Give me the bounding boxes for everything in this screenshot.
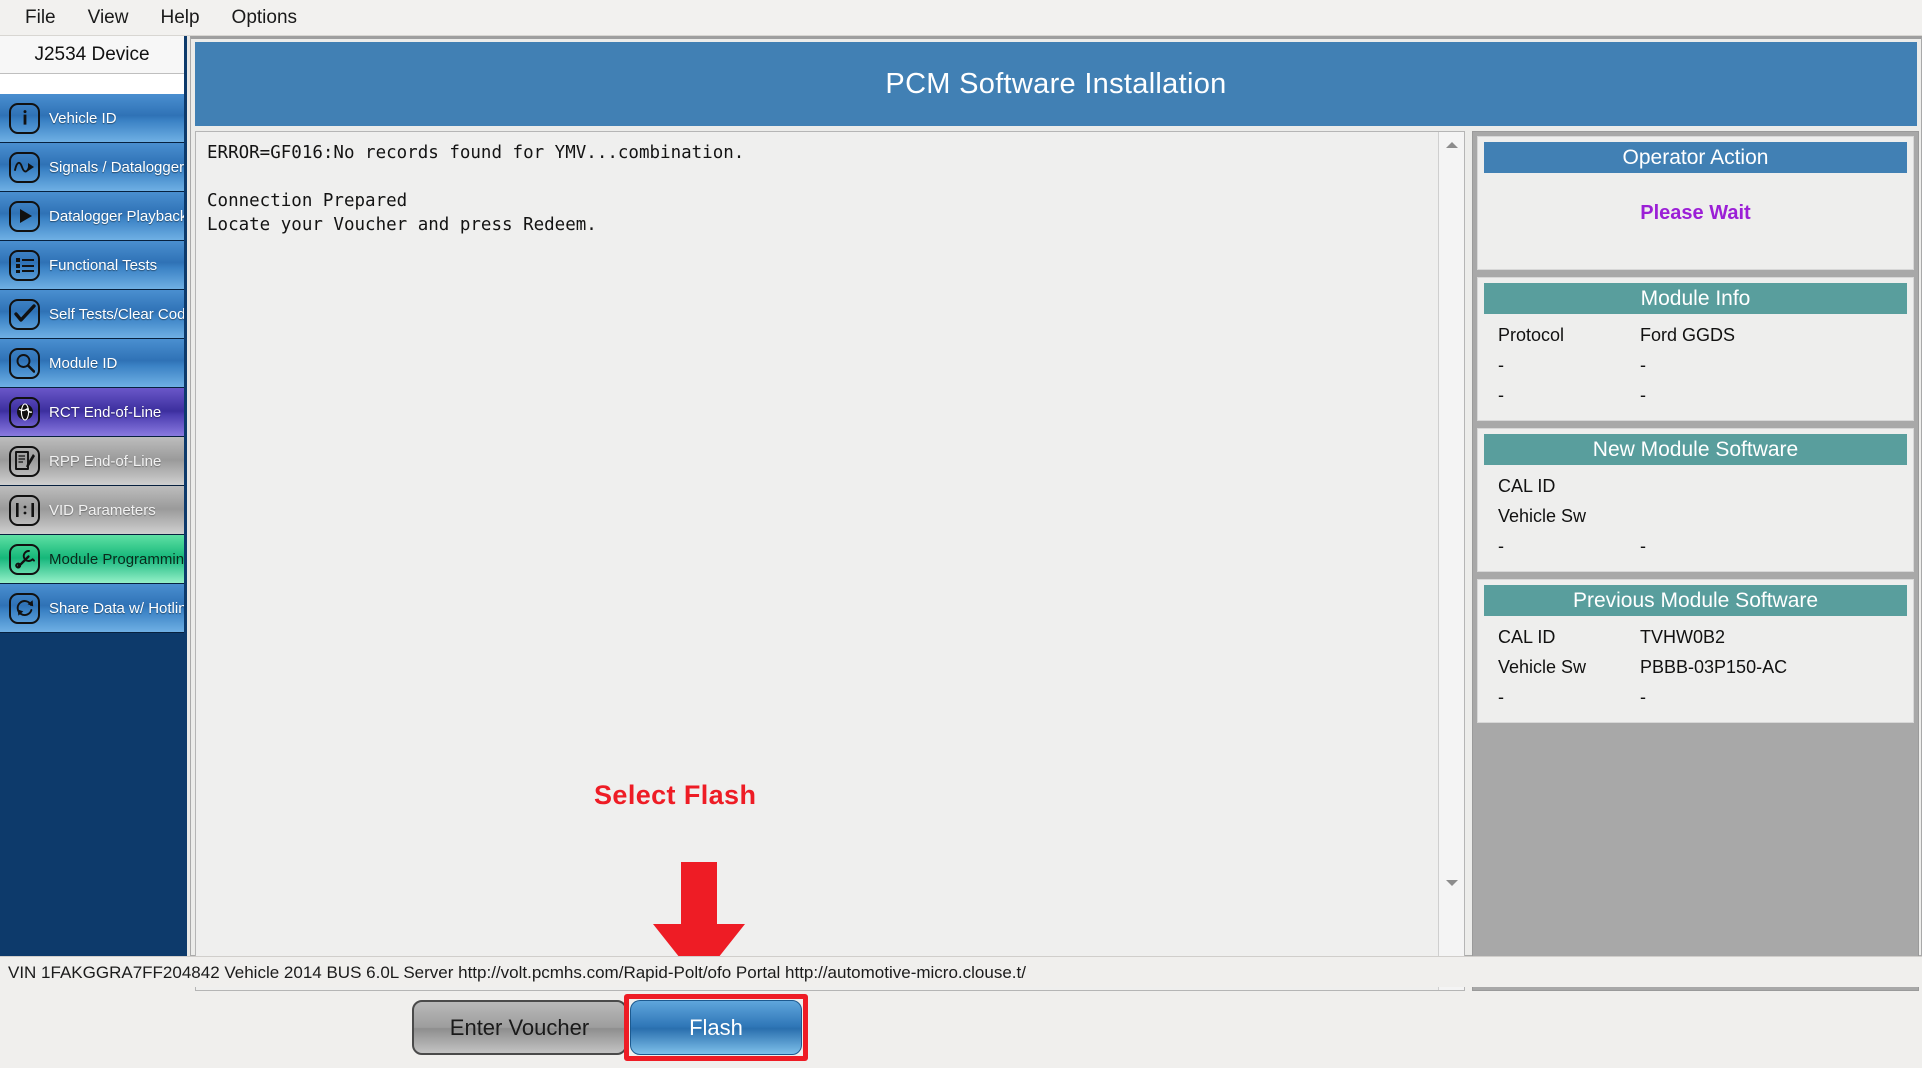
info-row-key: - (1498, 385, 1504, 405)
page-title: PCM Software Installation (885, 67, 1227, 100)
menu-item-view[interactable]: View (75, 5, 142, 30)
info-row-value: Ford GGDS (1640, 325, 1736, 345)
sidebar-item-label: Signals / Datalogger (49, 158, 185, 176)
info-row: Vehicle Sw (1498, 501, 1893, 531)
status-badge: Please Wait (1640, 202, 1751, 224)
log-scrollbar[interactable] (1438, 132, 1464, 990)
info-row-key: CAL ID (1498, 476, 1556, 496)
module-info-card: Module Info Protocol Ford GGDS - - - - (1477, 277, 1914, 421)
info-row: Vehicle Sw PBBB-03P150-AC (1498, 652, 1893, 682)
info-row-value: - (1640, 385, 1646, 405)
menu-item-options[interactable]: Options (219, 5, 310, 30)
magnifier-icon (9, 347, 40, 379)
sidebar-item-label: Module ID (49, 354, 118, 372)
sidebar-spacer (0, 74, 184, 94)
info-row-value: - (1640, 536, 1646, 556)
info-row-value: - (1640, 687, 1646, 707)
sidebar: J2534 Device Vehicle ID Signals / Datalog… (0, 36, 187, 956)
sidebar-item-datalogger-playback[interactable]: Datalogger Playback (0, 192, 184, 241)
new-module-software-title: New Module Software (1484, 434, 1907, 465)
sidebar-item-module-id[interactable]: Module ID (0, 339, 184, 388)
info-row-value (1640, 501, 1893, 531)
menu-item-help[interactable]: Help (147, 5, 212, 30)
operator-action-body: Please Wait (1478, 173, 1913, 259)
list-icon (9, 249, 40, 281)
info-row: -- (1498, 350, 1893, 380)
application-window: J2534 Device Vehicle ID Signals / Datalog… (0, 36, 1922, 1061)
info-row-value: PBBB-03P150-AC (1640, 657, 1788, 677)
menu-item-file[interactable]: File (12, 5, 69, 30)
sidebar-item-label: Module Programming (49, 550, 187, 568)
sidebar-item-vehicle-id[interactable]: Vehicle ID (0, 94, 184, 143)
sidebar-nav-list: Vehicle ID Signals / Datalogger Datalogger… (0, 94, 184, 633)
sidebar-item-label: VID Parameters (49, 501, 156, 519)
sidebar-item-rpp-end-of-line[interactable]: RPP End-of-Line (0, 437, 184, 486)
wrench-icon (9, 543, 40, 575)
sidebar-item-rct-end-of-line[interactable]: RCT End-of-Line (0, 388, 184, 437)
info-icon (9, 102, 40, 134)
log-text: ERROR=GF016:No records found for YMV...c… (207, 143, 745, 235)
sidebar-item-label: RPP End-of-Line (49, 452, 162, 470)
main-panel: PCM Software Installation ERROR=GF016:No… (190, 36, 1922, 1061)
module-info-title: Module Info (1484, 283, 1907, 314)
scroll-up-icon[interactable] (1439, 134, 1465, 156)
info-row-key: - (1498, 536, 1504, 556)
info-row: -- (1498, 682, 1893, 712)
globe-icon (9, 396, 40, 428)
log-output-area: ERROR=GF016:No records found for YMV...c… (195, 131, 1465, 1061)
enter-voucher-button[interactable]: Enter Voucher (412, 1000, 627, 1055)
sidebar-item-label: Datalogger Playback (49, 207, 187, 225)
info-row-value (1640, 471, 1893, 501)
sync-icon (9, 592, 40, 624)
info-row-key: - (1498, 355, 1504, 375)
previous-module-software-rows: CAL ID TVHW0B2 Vehicle Sw PBBB-03P150-AC - - (1478, 616, 1913, 712)
clipboard-pencil-icon (9, 445, 40, 477)
ratio-icon (9, 494, 40, 526)
previous-module-software-title: Previous Module Software (1484, 585, 1907, 616)
sidebar-header: J2534 Device (0, 36, 184, 74)
new-module-software-card: New Module Software CAL ID Vehicle Sw - - (1477, 428, 1914, 572)
module-info-rows: Protocol Ford GGDS - - - - (1478, 314, 1913, 410)
operator-action-title: Operator Action (1484, 142, 1907, 173)
sidebar-item-label: Functional Tests (49, 256, 158, 274)
sidebar-item-self-tests-clear-codes[interactable]: Self Tests/Clear Codes (0, 290, 184, 339)
info-row-key: - (1498, 687, 1504, 707)
sidebar-item-signals-datalogger[interactable]: Signals / Datalogger (0, 143, 184, 192)
info-row-key: CAL ID (1498, 627, 1556, 647)
sidebar-empty-area (0, 633, 184, 933)
sidebar-item-label: RCT End-of-Line (49, 403, 162, 421)
scroll-down-icon[interactable] (1439, 872, 1465, 894)
sidebar-item-module-programming[interactable]: Module Programming (0, 535, 184, 584)
panel-title-bar: PCM Software Installation (195, 42, 1917, 126)
info-row-key: Protocol (1498, 325, 1565, 345)
play-icon (9, 200, 40, 232)
menu-bar: File View Help Options (0, 0, 1922, 36)
info-row: Protocol Ford GGDS (1498, 320, 1893, 350)
info-row: CAL ID TVHW0B2 (1498, 622, 1893, 652)
waveform-icon (9, 151, 40, 183)
info-row-value: - (1640, 355, 1646, 375)
info-row: -- (1498, 380, 1893, 410)
flash-button[interactable]: Flash (630, 1000, 802, 1055)
annotation-label: Select Flash (594, 780, 757, 810)
new-module-software-rows: CAL ID Vehicle Sw - - (1478, 465, 1913, 561)
info-row-key: Vehicle Sw (1498, 657, 1587, 677)
info-row: -- (1498, 531, 1893, 561)
operator-action-card: Operator Action Please Wait (1477, 136, 1914, 270)
checkmark-icon (9, 298, 40, 330)
info-row-value: TVHW0B2 (1640, 627, 1726, 647)
previous-module-software-card: Previous Module Software CAL ID TVHW0B2 Ve… (1477, 579, 1914, 723)
info-column: Operator Action Please Wait Module Info … (1472, 131, 1919, 991)
sidebar-item-label: Vehicle ID (49, 109, 117, 127)
sidebar-item-functional-tests[interactable]: Functional Tests (0, 241, 184, 290)
info-row: CAL ID (1498, 471, 1893, 501)
sidebar-item-vid-parameters[interactable]: VID Parameters (0, 486, 184, 535)
status-bar-text: VIN 1FAKGGRA7FF204842 Vehicle 2014 BUS 6… (8, 963, 1026, 982)
sidebar-item-label: Self Tests/Clear Codes (49, 305, 187, 323)
info-row-key: Vehicle Sw (1498, 506, 1587, 526)
action-button-row: Enter Voucher Flash (196, 994, 1466, 1068)
sidebar-item-label: Share Data w/ Hotline (49, 599, 187, 617)
status-bar: VIN 1FAKGGRA7FF204842 Vehicle 2014 BUS 6… (0, 956, 1922, 987)
sidebar-item-share-data-w-hotline[interactable]: Share Data w/ Hotline (0, 584, 184, 633)
